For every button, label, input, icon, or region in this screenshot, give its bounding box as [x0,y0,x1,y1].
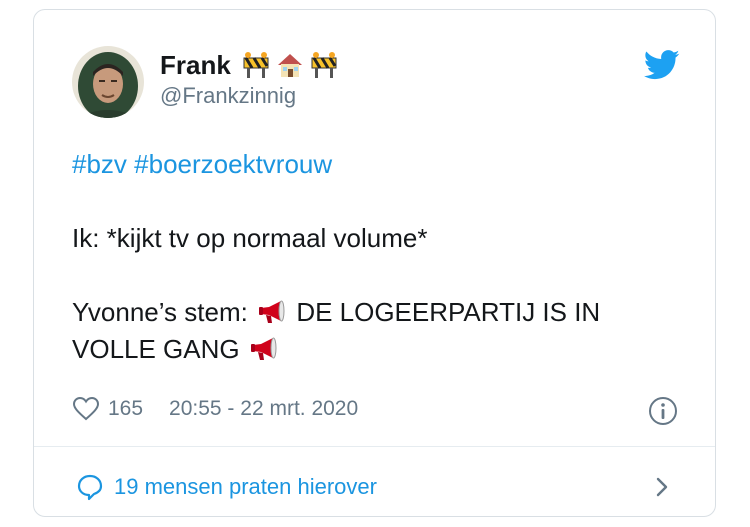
speech-bubble-icon [77,474,103,501]
tweet-line-4-text: VOLLE GANG [72,334,240,364]
author-handle[interactable]: @Frankzinnig [160,83,296,109]
tweet-line-4: VOLLE GANG [72,331,692,368]
megaphone-icon [250,337,277,360]
info-icon[interactable] [647,395,679,427]
hashtag-bzv[interactable]: #bzv [72,149,127,179]
tweet-text: #bzv #boerzoektvrouw Ik: *kijkt tv op no… [72,146,692,368]
conversation-link[interactable]: 19 mensen praten hierover [76,470,377,504]
tweet-timestamp[interactable]: 20:55 - 22 mrt. 2020 [169,397,358,421]
construction-barrier-icon [243,52,269,78]
tweet-card[interactable]: Frank @Frankzinnig #bzv #boerzoektvrouw … [33,9,716,517]
like-count[interactable]: 165 [108,397,143,421]
conversation-label[interactable]: 19 mensen praten hierover [114,474,377,500]
chevron-right-icon[interactable] [652,473,672,501]
tweet-line-3: Yvonne’s stem: DE LOGEERPARTIJ IS IN [72,294,692,331]
author-name-row[interactable]: Frank [160,48,339,82]
tweet-line-3-suffix: DE LOGEERPARTIJ IS IN [296,297,601,327]
tweet-meta: 165 20:55 - 22 mrt. 2020 [72,394,358,424]
avatar[interactable] [72,46,144,118]
divider [34,446,715,447]
tweet-line-2: Ik: *kijkt tv op normaal volume* [72,223,428,253]
construction-barrier-icon [311,52,337,78]
heart-icon[interactable] [72,396,100,422]
twitter-bird-icon[interactable] [644,50,680,80]
hashtag-line: #bzv #boerzoektvrouw [72,146,692,183]
hashtag-boerzoektvrouw[interactable]: #boerzoektvrouw [134,149,332,179]
author-name[interactable]: Frank [160,50,231,81]
megaphone-icon [259,300,285,323]
house-icon [277,54,302,77]
tweet-line-3-prefix: Yvonne’s stem: [72,297,248,327]
